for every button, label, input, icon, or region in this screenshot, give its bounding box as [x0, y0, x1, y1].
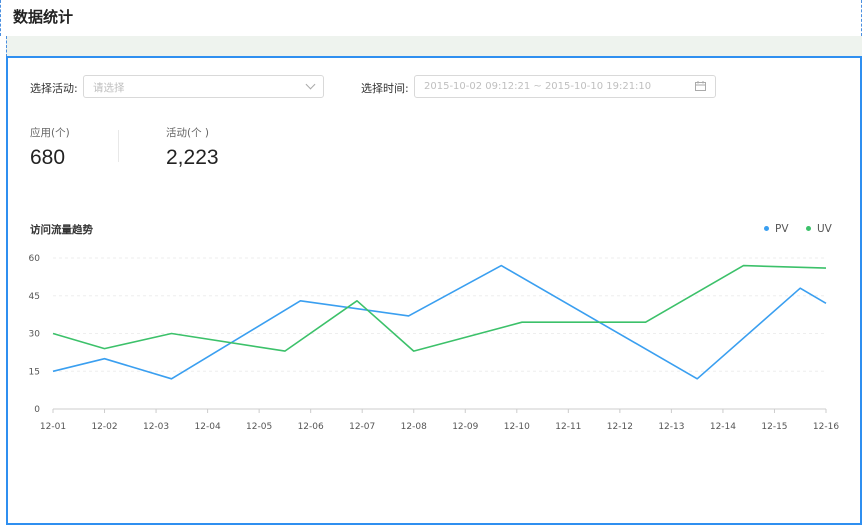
y-tick-label: 0: [34, 405, 40, 415]
y-tick-label: 45: [29, 292, 40, 302]
x-tick-label: 12-03: [143, 422, 169, 432]
x-tick-label: 12-16: [813, 422, 839, 432]
x-tick-label: 12-08: [401, 422, 427, 432]
x-tick-label: 12-10: [504, 422, 530, 432]
x-tick-label: 12-12: [607, 422, 633, 432]
x-tick-label: 12-14: [710, 422, 736, 432]
chart-series: [52, 264, 827, 380]
traffic-trend-chart: 0 15 30 45 60 12-01 12-02 12-03 12-04 12-05 12-06 1…: [29, 254, 840, 432]
y-tick-label: 30: [29, 330, 41, 340]
x-tick-label: 12-06: [298, 422, 324, 432]
x-tick-label: 12-09: [452, 422, 478, 432]
uv-series-line: [52, 264, 827, 352]
y-tick-label: 60: [29, 254, 41, 264]
y-tick-label: 15: [29, 367, 40, 377]
x-tick-label: 12-02: [91, 422, 117, 432]
x-tick-label: 12-11: [555, 422, 581, 432]
x-tick-label: 12-01: [40, 422, 66, 432]
x-tick-label: 12-13: [658, 422, 684, 432]
x-tick-label: 12-15: [761, 422, 787, 432]
x-tick-label: 12-07: [349, 422, 375, 432]
pv-series-line: [52, 264, 827, 380]
x-tick-label: 12-05: [246, 422, 272, 432]
x-tick-label: 12-04: [195, 422, 221, 432]
